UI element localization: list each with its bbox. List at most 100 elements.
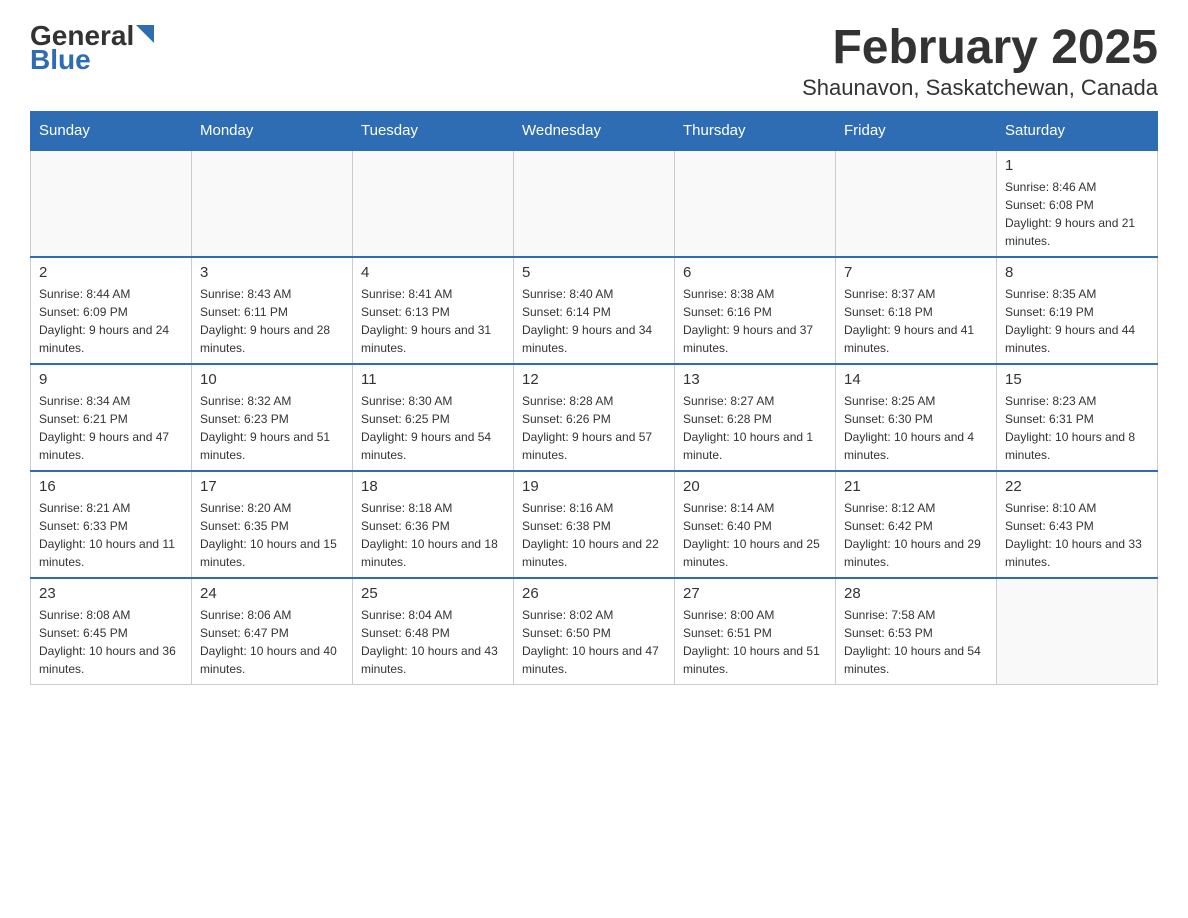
day-info: Sunrise: 7:58 AM Sunset: 6:53 PM Dayligh… <box>844 606 988 678</box>
day-number: 27 <box>683 585 827 602</box>
day-number: 5 <box>522 264 666 281</box>
calendar-day-cell: 21 Sunrise: 8:12 AM Sunset: 6:42 PM Dayli… <box>836 471 997 578</box>
calendar-day-cell: 23Sunrise: 8:08 AM Sunset: 6:45 PM Dayli… <box>31 578 192 685</box>
calendar-day-cell: 5 Sunrise: 8:40 AM Sunset: 6:14 PM Daylig… <box>514 257 675 364</box>
day-info: Sunrise: 8:38 AM Sunset: 6:16 PM Dayligh… <box>683 285 827 357</box>
calendar-day-cell: 14 Sunrise: 8:25 AM Sunset: 6:30 PM Dayli… <box>836 364 997 471</box>
calendar-day-cell: 18Sunrise: 8:18 AM Sunset: 6:36 PM Dayli… <box>353 471 514 578</box>
day-info: Sunrise: 8:28 AM Sunset: 6:26 PM Dayligh… <box>522 392 666 464</box>
day-info: Sunrise: 8:32 AM Sunset: 6:23 PM Dayligh… <box>200 392 344 464</box>
day-info: Sunrise: 8:00 AM Sunset: 6:51 PM Dayligh… <box>683 606 827 678</box>
title-block: February 2025 Shaunavon, Saskatchewan, C… <box>802 20 1158 101</box>
day-info: Sunrise: 8:16 AM Sunset: 6:38 PM Dayligh… <box>522 499 666 571</box>
day-info: Sunrise: 8:46 AM Sunset: 6:08 PM Dayligh… <box>1005 178 1149 250</box>
day-number: 6 <box>683 264 827 281</box>
day-info: Sunrise: 8:30 AM Sunset: 6:25 PM Dayligh… <box>361 392 505 464</box>
day-info: Sunrise: 8:34 AM Sunset: 6:21 PM Dayligh… <box>39 392 183 464</box>
day-of-week-header: Friday <box>836 112 997 151</box>
calendar-header-row: SundayMondayTuesdayWednesdayThursdayFrid… <box>31 112 1158 151</box>
day-of-week-header: Saturday <box>997 112 1158 151</box>
header: General Blue February 2025 Shaunavon, Sa… <box>30 20 1158 101</box>
day-info: Sunrise: 8:23 AM Sunset: 6:31 PM Dayligh… <box>1005 392 1149 464</box>
calendar-day-cell: 16 Sunrise: 8:21 AM Sunset: 6:33 PM Dayli… <box>31 471 192 578</box>
day-number: 1 <box>1005 157 1149 174</box>
calendar-week-row: 16 Sunrise: 8:21 AM Sunset: 6:33 PM Dayli… <box>31 471 1158 578</box>
day-number: 15 <box>1005 371 1149 388</box>
calendar-day-cell: 12Sunrise: 8:28 AM Sunset: 6:26 PM Dayli… <box>514 364 675 471</box>
day-info: Sunrise: 8:44 AM Sunset: 6:09 PM Dayligh… <box>39 285 183 357</box>
calendar-day-cell <box>192 150 353 257</box>
calendar-day-cell: 17 Sunrise: 8:20 AM Sunset: 6:35 PM Dayli… <box>192 471 353 578</box>
calendar-day-cell: 3 Sunrise: 8:43 AM Sunset: 6:11 PM Daylig… <box>192 257 353 364</box>
day-info: Sunrise: 8:41 AM Sunset: 6:13 PM Dayligh… <box>361 285 505 357</box>
calendar-day-cell: 7Sunrise: 8:37 AM Sunset: 6:18 PM Daylig… <box>836 257 997 364</box>
day-number: 21 <box>844 478 988 495</box>
calendar-week-row: 1 Sunrise: 8:46 AM Sunset: 6:08 PM Daylig… <box>31 150 1158 257</box>
day-of-week-header: Wednesday <box>514 112 675 151</box>
calendar-day-cell: 11 Sunrise: 8:30 AM Sunset: 6:25 PM Dayli… <box>353 364 514 471</box>
calendar-day-cell: 27 Sunrise: 8:00 AM Sunset: 6:51 PM Dayli… <box>675 578 836 685</box>
logo-blue-text: Blue <box>30 44 91 76</box>
calendar-day-cell: 15 Sunrise: 8:23 AM Sunset: 6:31 PM Dayli… <box>997 364 1158 471</box>
day-info: Sunrise: 8:02 AM Sunset: 6:50 PM Dayligh… <box>522 606 666 678</box>
calendar-day-cell: 25Sunrise: 8:04 AM Sunset: 6:48 PM Dayli… <box>353 578 514 685</box>
day-number: 28 <box>844 585 988 602</box>
day-number: 20 <box>683 478 827 495</box>
day-info: Sunrise: 8:10 AM Sunset: 6:43 PM Dayligh… <box>1005 499 1149 571</box>
day-number: 26 <box>522 585 666 602</box>
calendar-day-cell: 4 Sunrise: 8:41 AM Sunset: 6:13 PM Daylig… <box>353 257 514 364</box>
day-number: 10 <box>200 371 344 388</box>
calendar-day-cell: 24 Sunrise: 8:06 AM Sunset: 6:47 PM Dayli… <box>192 578 353 685</box>
day-number: 3 <box>200 264 344 281</box>
calendar-day-cell: 26 Sunrise: 8:02 AM Sunset: 6:50 PM Dayli… <box>514 578 675 685</box>
calendar-day-cell: 9 Sunrise: 8:34 AM Sunset: 6:21 PM Daylig… <box>31 364 192 471</box>
day-number: 24 <box>200 585 344 602</box>
calendar-day-cell <box>997 578 1158 685</box>
day-of-week-header: Thursday <box>675 112 836 151</box>
page-subtitle: Shaunavon, Saskatchewan, Canada <box>802 75 1158 101</box>
logo: General Blue <box>30 20 154 76</box>
day-number: 4 <box>361 264 505 281</box>
day-of-week-header: Sunday <box>31 112 192 151</box>
day-info: Sunrise: 8:04 AM Sunset: 6:48 PM Dayligh… <box>361 606 505 678</box>
day-info: Sunrise: 8:06 AM Sunset: 6:47 PM Dayligh… <box>200 606 344 678</box>
calendar-day-cell: 19 Sunrise: 8:16 AM Sunset: 6:38 PM Dayli… <box>514 471 675 578</box>
calendar-day-cell: 2 Sunrise: 8:44 AM Sunset: 6:09 PM Daylig… <box>31 257 192 364</box>
calendar-week-row: 23Sunrise: 8:08 AM Sunset: 6:45 PM Dayli… <box>31 578 1158 685</box>
day-info: Sunrise: 8:20 AM Sunset: 6:35 PM Dayligh… <box>200 499 344 571</box>
calendar-week-row: 9 Sunrise: 8:34 AM Sunset: 6:21 PM Daylig… <box>31 364 1158 471</box>
day-number: 11 <box>361 371 505 388</box>
day-info: Sunrise: 8:14 AM Sunset: 6:40 PM Dayligh… <box>683 499 827 571</box>
calendar-day-cell: 8 Sunrise: 8:35 AM Sunset: 6:19 PM Daylig… <box>997 257 1158 364</box>
page-title: February 2025 <box>802 20 1158 75</box>
day-info: Sunrise: 8:43 AM Sunset: 6:11 PM Dayligh… <box>200 285 344 357</box>
calendar-day-cell: 10 Sunrise: 8:32 AM Sunset: 6:23 PM Dayli… <box>192 364 353 471</box>
day-number: 16 <box>39 478 183 495</box>
day-info: Sunrise: 8:12 AM Sunset: 6:42 PM Dayligh… <box>844 499 988 571</box>
day-of-week-header: Tuesday <box>353 112 514 151</box>
calendar-day-cell: 13Sunrise: 8:27 AM Sunset: 6:28 PM Dayli… <box>675 364 836 471</box>
calendar-day-cell <box>31 150 192 257</box>
calendar-day-cell <box>353 150 514 257</box>
day-info: Sunrise: 8:37 AM Sunset: 6:18 PM Dayligh… <box>844 285 988 357</box>
day-info: Sunrise: 8:35 AM Sunset: 6:19 PM Dayligh… <box>1005 285 1149 357</box>
day-number: 2 <box>39 264 183 281</box>
day-number: 23 <box>39 585 183 602</box>
day-number: 17 <box>200 478 344 495</box>
day-info: Sunrise: 8:25 AM Sunset: 6:30 PM Dayligh… <box>844 392 988 464</box>
day-number: 19 <box>522 478 666 495</box>
day-number: 9 <box>39 371 183 388</box>
calendar-day-cell: 28 Sunrise: 7:58 AM Sunset: 6:53 PM Dayli… <box>836 578 997 685</box>
day-info: Sunrise: 8:27 AM Sunset: 6:28 PM Dayligh… <box>683 392 827 464</box>
day-info: Sunrise: 8:40 AM Sunset: 6:14 PM Dayligh… <box>522 285 666 357</box>
calendar-day-cell <box>675 150 836 257</box>
calendar-table: SundayMondayTuesdayWednesdayThursdayFrid… <box>30 111 1158 685</box>
calendar-day-cell: 20 Sunrise: 8:14 AM Sunset: 6:40 PM Dayli… <box>675 471 836 578</box>
day-number: 8 <box>1005 264 1149 281</box>
calendar-day-cell: 22Sunrise: 8:10 AM Sunset: 6:43 PM Dayli… <box>997 471 1158 578</box>
logo-triangle-icon <box>136 25 154 48</box>
calendar-day-cell <box>514 150 675 257</box>
day-of-week-header: Monday <box>192 112 353 151</box>
day-info: Sunrise: 8:21 AM Sunset: 6:33 PM Dayligh… <box>39 499 183 571</box>
day-number: 14 <box>844 371 988 388</box>
